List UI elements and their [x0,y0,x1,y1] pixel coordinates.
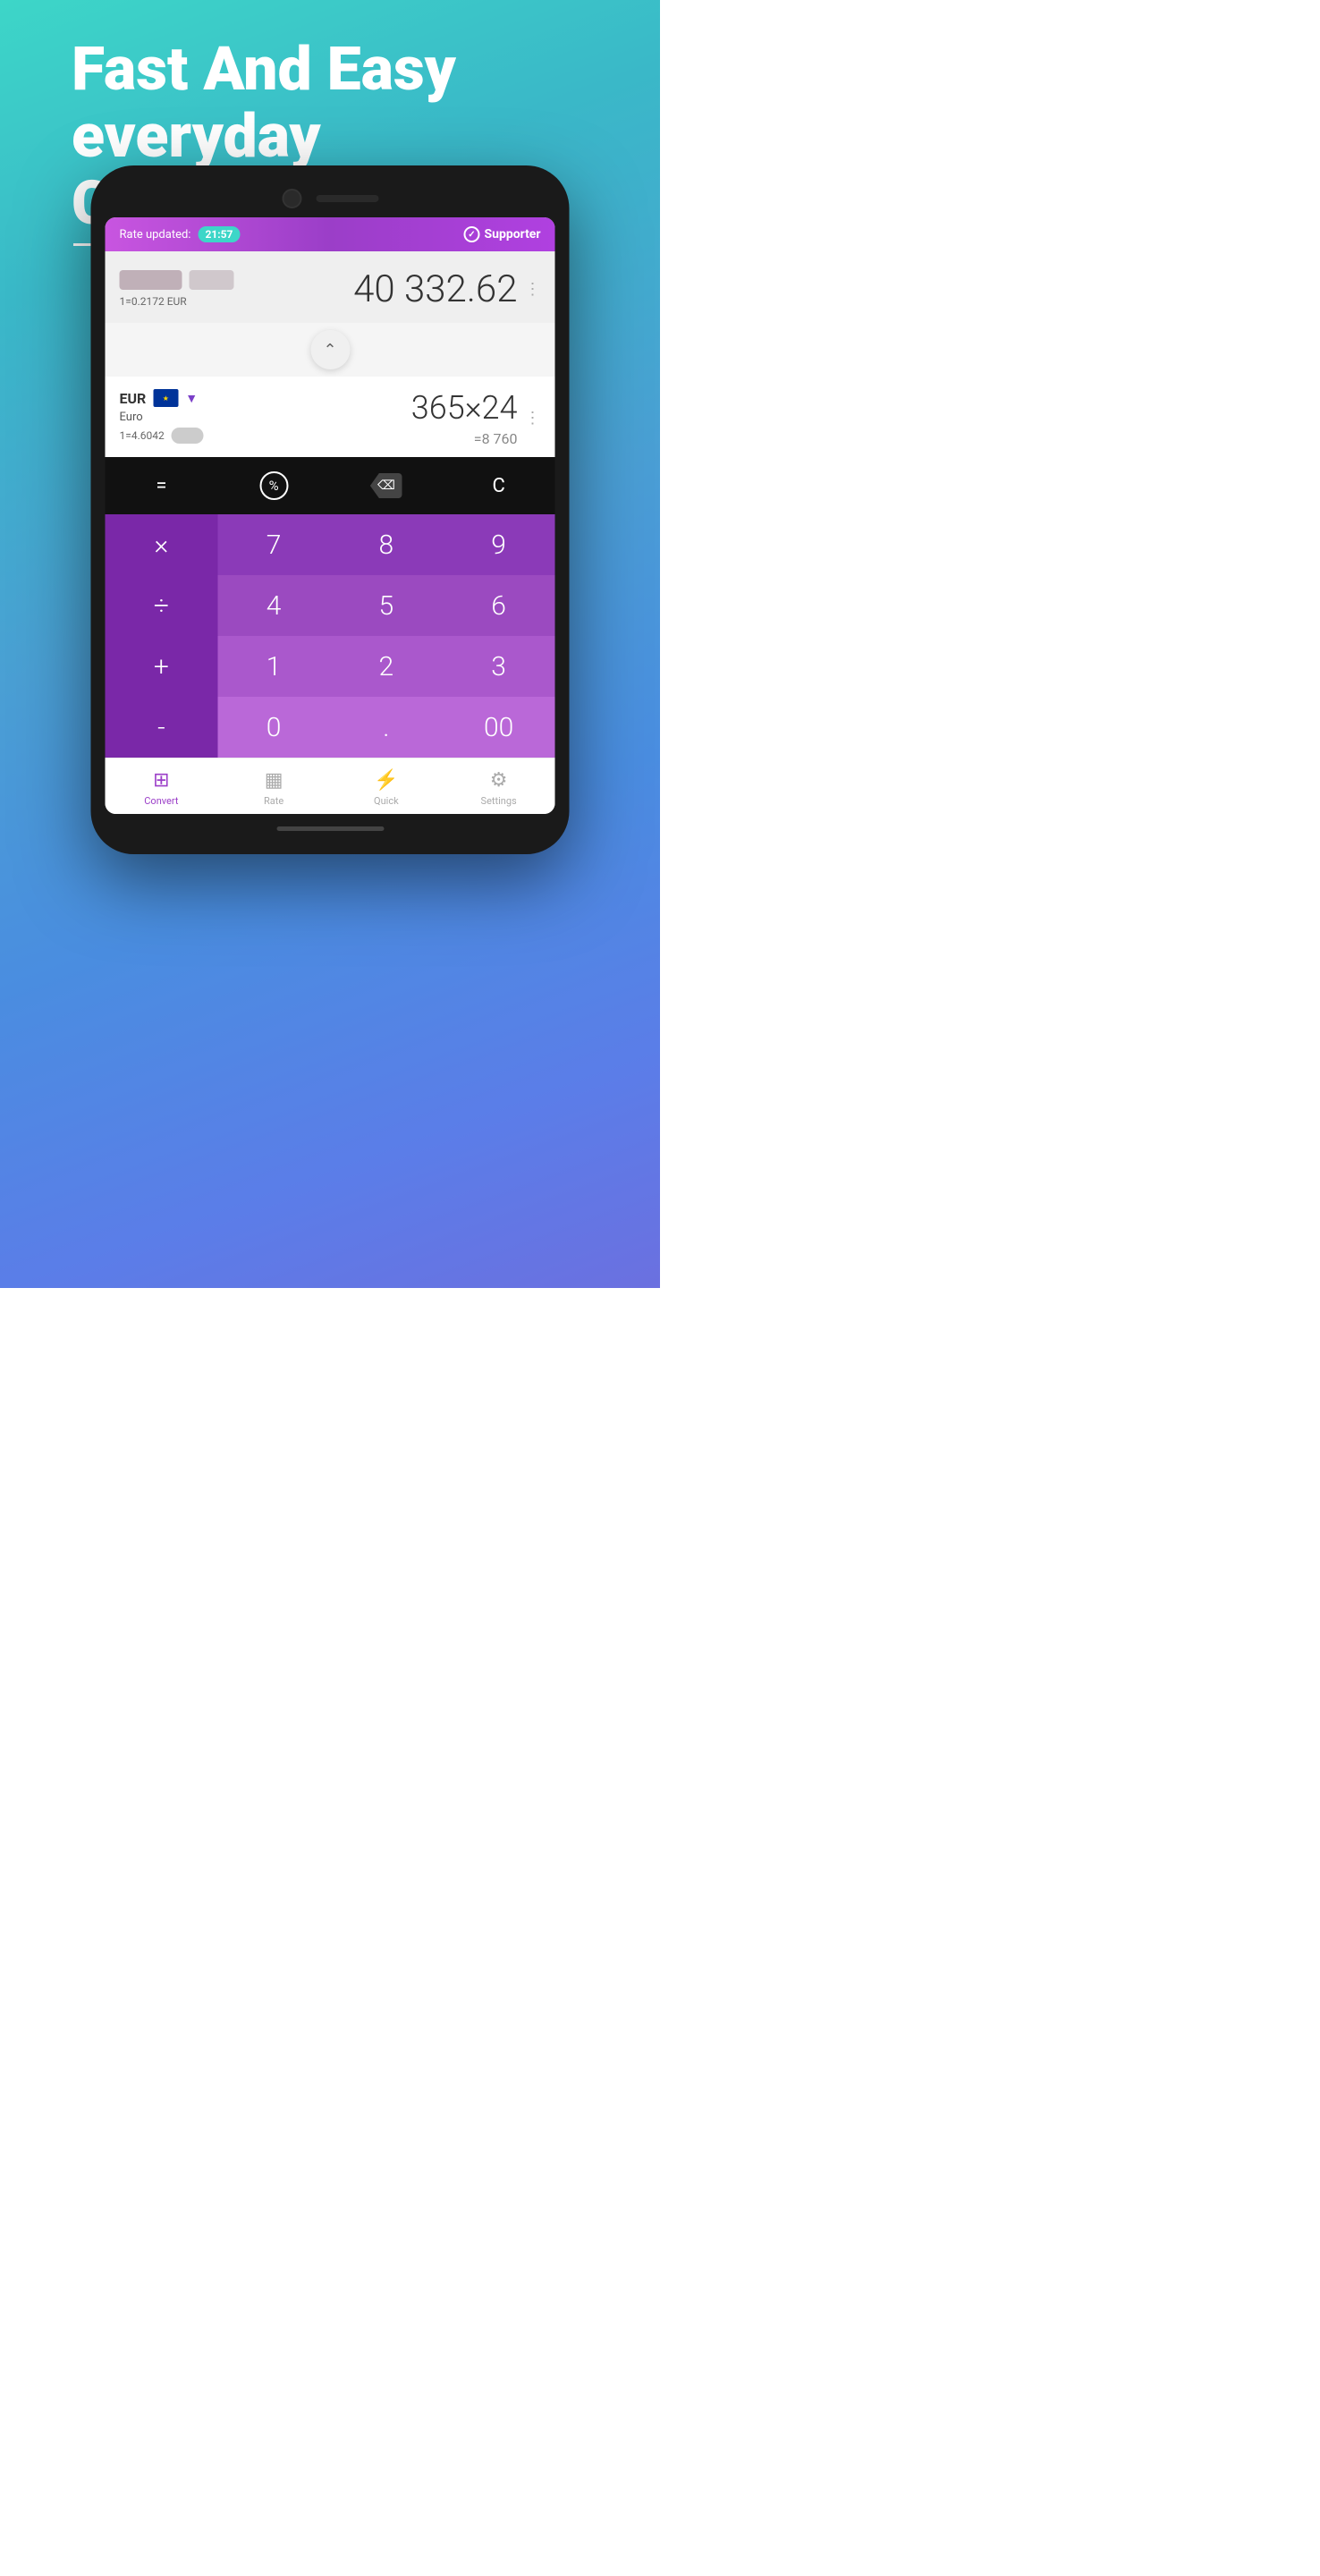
camera-lens [282,189,301,208]
eur-rate-text: 1=4.6042 [120,429,165,442]
hero-line2: everyday [72,100,321,172]
nav-settings-label: Settings [481,795,517,807]
calc-expression: 365×24 [411,389,518,427]
key-0[interactable]: 0 [217,697,330,758]
home-indicator [276,826,384,831]
app-header: Rate updated: 21:57 ✓ Supporter [106,217,555,251]
key-dot[interactable]: . [330,697,443,758]
check-icon: ✓ [463,226,479,242]
keypad-main: × 7 8 9 ÷ 4 5 6 + 1 2 3 - 0 [106,514,555,758]
settings-icon: ⚙ [490,769,508,792]
target-amount-right: 365×24 =8 760 [411,389,518,447]
nav-settings[interactable]: ⚙ Settings [443,766,555,810]
key-9[interactable]: 9 [443,514,555,575]
divide-button[interactable]: ÷ [106,575,218,636]
source-amount: 40 332.62 [353,267,517,311]
time-badge: 21:57 [198,226,240,242]
currency-dropdown-arrow[interactable]: ▼ [185,391,198,406]
converter-section: 1=0.2172 EUR 40 332.62 ⋮ ⌃ [106,251,555,457]
supporter-label: Supporter [484,227,540,242]
target-currency-row[interactable]: EUR ★ ▼ Euro 1=4.6042 [106,377,555,457]
supporter-badge: ✓ Supporter [463,226,540,242]
minus-button[interactable]: - [106,697,218,758]
phone-body: Rate updated: 21:57 ✓ Supporter [91,165,570,854]
nav-quick-label: Quick [374,795,399,807]
rate-icon: ▦ [265,769,283,792]
nav-rate-label: Rate [264,795,283,807]
key-8[interactable]: 8 [330,514,443,575]
quick-icon: ⚡ [374,769,398,792]
key-00[interactable]: 00 [443,697,555,758]
source-flag-placeholder [120,270,182,290]
equals-button[interactable]: = [106,462,218,509]
eur-code: EUR [120,390,147,407]
phone-top-notch [106,182,555,217]
eur-flag-row[interactable]: EUR ★ ▼ [120,389,204,407]
rate-updated-info: Rate updated: 21:57 [120,226,241,242]
target-currency-left: EUR ★ ▼ Euro 1=4.6042 [120,389,204,444]
eur-name: Euro [120,411,204,424]
convert-icon: ⊞ [153,769,169,792]
source-currency-row[interactable]: 1=0.2172 EUR 40 332.62 ⋮ [106,251,555,323]
source-flag-placeholder2 [190,270,234,290]
key-2[interactable]: 2 [330,636,443,697]
nav-rate[interactable]: ▦ Rate [217,766,330,810]
target-more-icon[interactable]: ⋮ [525,409,541,428]
key-6[interactable]: 6 [443,575,555,636]
bottom-nav: ⊞ Convert ▦ Rate ⚡ Quick ⚙ Settings [106,758,555,814]
phone-bottom-bar [106,814,555,838]
multiply-button[interactable]: × [106,514,218,575]
key-3[interactable]: 3 [443,636,555,697]
nav-quick[interactable]: ⚡ Quick [330,766,443,810]
source-flag-block [120,270,234,290]
key-4[interactable]: 4 [217,575,330,636]
key-1[interactable]: 1 [217,636,330,697]
keypad-special-row: = % ⌫ C [106,457,555,514]
calc-result: =8 760 [474,430,518,447]
source-rate-text: 1=0.2172 EUR [120,295,234,308]
plus-button[interactable]: + [106,636,218,697]
key-5[interactable]: 5 [330,575,443,636]
hero-line1: Fast And Easy [72,33,456,105]
nav-convert[interactable]: ⊞ Convert [106,766,218,810]
speaker-grill [316,195,378,202]
rate-label: Rate updated: [120,228,191,242]
percent-icon: % [259,471,288,500]
phone-mockup: Rate updated: 21:57 ✓ Supporter [91,165,570,854]
nav-convert-label: Convert [144,795,178,807]
eu-flag-icon: ★ [153,389,178,407]
key-7[interactable]: 7 [217,514,330,575]
swap-row: ⌃ [106,323,555,377]
backspace-icon: ⌫ [370,473,402,498]
backspace-button[interactable]: ⌫ [330,462,443,509]
rate-toggle[interactable] [172,428,204,444]
clear-button[interactable]: C [443,462,555,509]
source-currency-left: 1=0.2172 EUR [120,270,234,308]
source-more-icon[interactable]: ⋮ [525,280,541,299]
percent-button[interactable]: % [217,462,330,509]
swap-button[interactable]: ⌃ [310,330,350,369]
app-background: Fast And Easy everyday Converter Rate up… [0,0,660,1288]
eur-rate-row: 1=4.6042 [120,428,204,444]
phone-screen: Rate updated: 21:57 ✓ Supporter [106,217,555,814]
